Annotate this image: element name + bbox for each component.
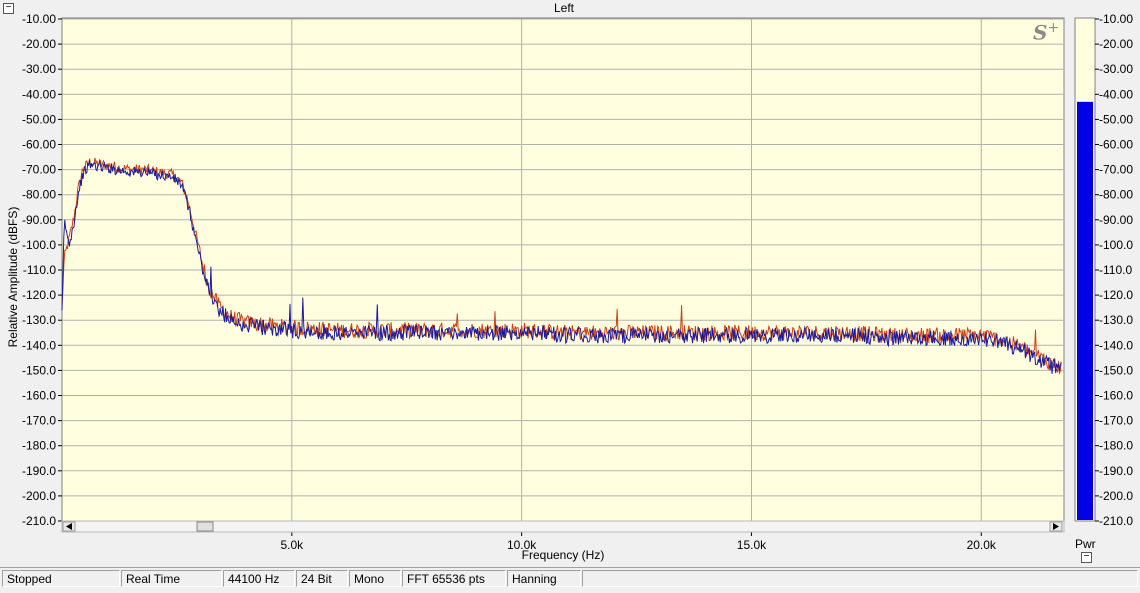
- y-tick-label: -40.00: [22, 87, 56, 101]
- y-tick-label: -110.0: [23, 263, 56, 277]
- status-channels: Mono: [349, 570, 401, 587]
- spectrum-chart: -10.00 -20.00 -30.00 -40.00 -50.00 -60.00 -70.…: [22, 12, 1065, 552]
- y-tick-label: -160.0: [22, 389, 56, 403]
- s-plus-logo: S+: [1033, 20, 1060, 45]
- x-axis-label: Frequency (Hz): [521, 548, 605, 562]
- y-tick-label: -50.00: [22, 112, 56, 126]
- y-tick-label: -190.0: [22, 464, 56, 478]
- status-bar: Stopped Real Time 44100 Hz 24 Bit Mono F…: [0, 567, 1140, 593]
- y-tick-label: -90.00: [22, 213, 56, 227]
- y-tick-label: -150.0: [22, 363, 56, 377]
- y-tick-label: -70.00: [22, 163, 56, 177]
- scroll-thumb[interactable]: [196, 521, 214, 532]
- y-tick-label: -130.0: [22, 313, 56, 327]
- y-tick-label: -170.0: [22, 414, 56, 428]
- grid: [62, 18, 1064, 522]
- y-axis-label: Relative Amplitude (dBFS): [6, 206, 20, 348]
- status-fft-size: FFT 65536 pts: [402, 570, 506, 587]
- y-tick-label: -180.0: [22, 439, 56, 453]
- y-ticks: -10.00 -20.00 -30.00 -40.00 -50.00 -60.00 -70.…: [22, 12, 62, 528]
- y-tick-label: -80.00: [22, 188, 56, 202]
- status-bit-depth: 24 Bit: [296, 570, 348, 587]
- y-tick-label: -120.0: [22, 288, 56, 302]
- y-tick-label: -210.0: [22, 514, 56, 528]
- meter-label: Pwr: [1075, 537, 1096, 551]
- status-sample-rate: 44100 Hz: [223, 570, 295, 587]
- y-tick-label: -30.00: [22, 62, 56, 76]
- y-tick-label: -60.00: [22, 138, 56, 152]
- y-tick-label: -20.00: [22, 37, 56, 51]
- status-state: Stopped: [2, 570, 120, 587]
- y-tick-label: -10.00: [22, 12, 56, 26]
- y-tick-label: -100.0: [22, 238, 56, 252]
- status-mode: Real Time: [121, 570, 222, 587]
- horizontal-scrollbar[interactable]: [61, 520, 1065, 533]
- status-window: Hanning: [507, 570, 581, 587]
- y-tick-label: -140.0: [22, 338, 56, 352]
- status-empty: [582, 570, 1138, 587]
- y-tick-label: -200.0: [22, 489, 56, 503]
